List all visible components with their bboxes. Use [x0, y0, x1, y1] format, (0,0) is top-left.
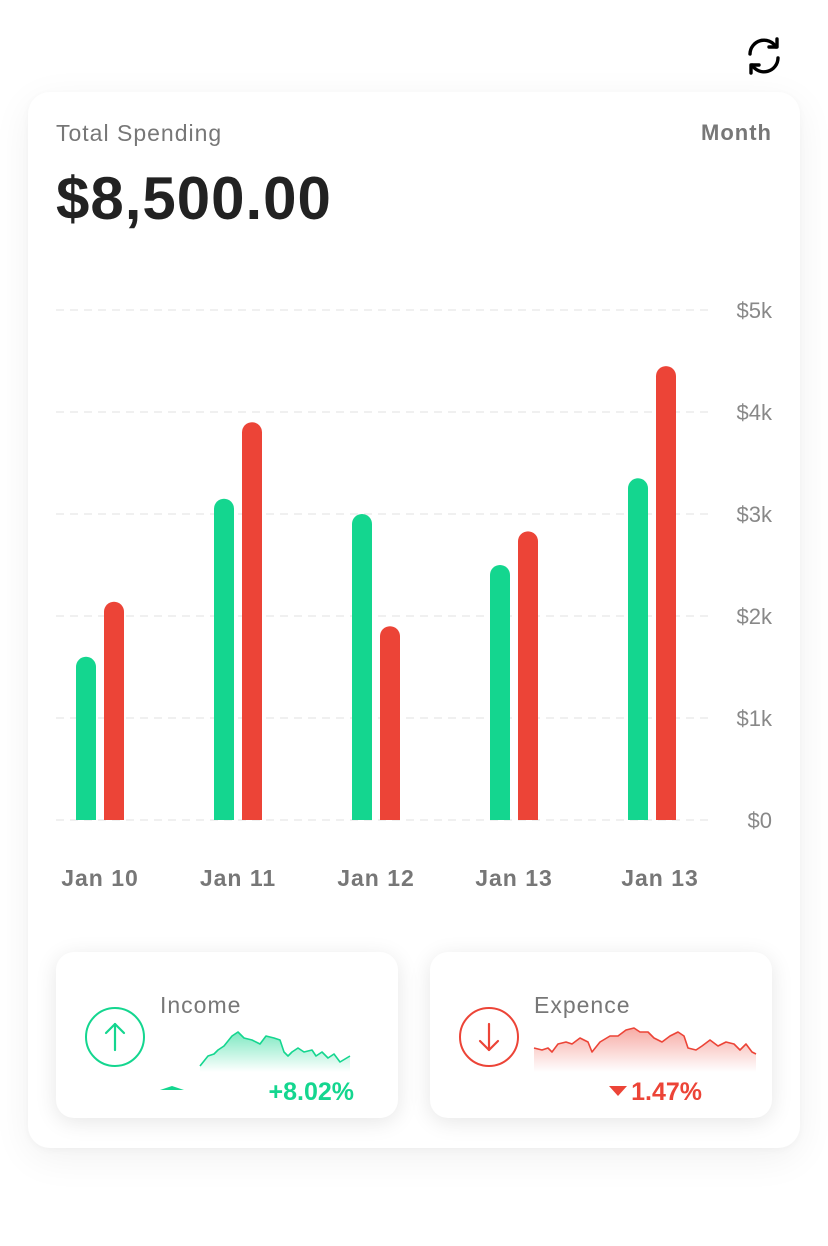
bar-income[interactable] — [214, 498, 234, 820]
expense-change: 1.47% — [609, 1078, 702, 1107]
refresh-icon[interactable] — [742, 34, 786, 78]
spending-card: Total Spending Month $8,500.00 $0 $1k $2k $… — [28, 92, 800, 1148]
bar-income[interactable] — [352, 514, 372, 820]
x-tick-label: Jan 13 — [475, 865, 553, 891]
arrow-down-circle-icon — [458, 1006, 519, 1067]
triangle-down-icon — [609, 1086, 628, 1097]
income-change: +8.02% — [268, 1078, 355, 1106]
bar-income[interactable] — [76, 656, 96, 820]
y-tick-label: $1k — [737, 706, 773, 731]
y-tick-label: $5k — [737, 298, 773, 323]
bar-income[interactable] — [628, 478, 648, 820]
bar-expense[interactable] — [656, 366, 676, 820]
income-label: Income — [160, 992, 242, 1018]
bar-expense[interactable] — [518, 531, 538, 820]
x-tick-label: Jan 11 — [200, 865, 276, 891]
expense-card[interactable]: Expence 1.47% — [430, 952, 772, 1118]
x-tick-label: Jan 13 — [621, 865, 699, 891]
spending-bar-chart: $0 $1k $2k $3k $4k $5k Jan 10 Jan 11 Jan 12 Jan 1… — [56, 298, 773, 891]
expense-label: Expence — [534, 992, 631, 1018]
y-tick-label: $3k — [737, 502, 773, 527]
income-card[interactable]: Income +8.02% — [56, 952, 398, 1118]
y-tick-label: $4k — [737, 400, 773, 425]
bar-expense[interactable] — [242, 422, 262, 820]
y-tick-label: $0 — [748, 808, 772, 833]
expense-change-value: 1.47% — [631, 1078, 702, 1106]
bar-income[interactable] — [490, 565, 510, 820]
bar-expense[interactable] — [104, 601, 124, 820]
x-tick-label: Jan 12 — [337, 865, 415, 891]
arrow-up-circle-icon — [84, 1006, 145, 1067]
bar-expense[interactable] — [380, 626, 400, 820]
y-tick-label: $2k — [737, 604, 773, 629]
x-tick-label: Jan 10 — [61, 865, 139, 891]
